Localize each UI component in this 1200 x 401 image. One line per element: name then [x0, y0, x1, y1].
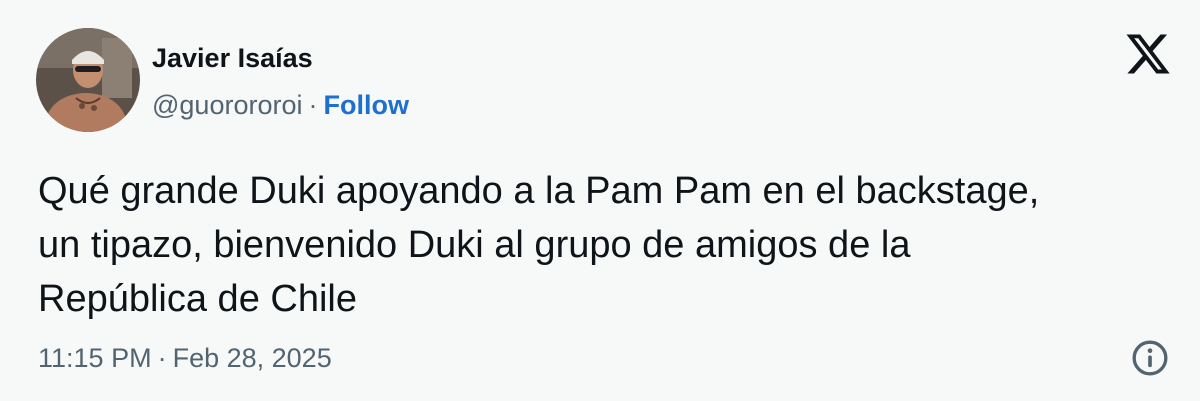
- tweet-card: Javier Isaías @guorororoi · Follow Qué gra…: [0, 0, 1200, 401]
- avatar[interactable]: [36, 28, 140, 132]
- tweet-text-line: Qué grande Duki apoyando a la Pam Pam en…: [38, 170, 1040, 212]
- tweet-time: 11:15 PM: [38, 343, 152, 373]
- tweet-text-line: un tipazo, bienvenido Duki al grupo de a…: [38, 224, 911, 266]
- tweet-text-line: República de Chile: [38, 278, 357, 320]
- tweet-timestamp[interactable]: 11:15 PM · Feb 28, 2025: [38, 340, 332, 376]
- info-icon[interactable]: [1130, 338, 1170, 378]
- tweet-date: Feb 28, 2025: [172, 343, 332, 373]
- author-meta: @guorororoi · Follow: [152, 86, 409, 124]
- separator: ·: [308, 90, 318, 120]
- separator: ·: [157, 343, 167, 373]
- author-name[interactable]: Javier Isaías: [152, 40, 313, 76]
- follow-button[interactable]: Follow: [323, 90, 408, 120]
- avatar-image: [36, 28, 140, 132]
- x-logo-icon[interactable]: [1124, 30, 1172, 78]
- author-handle[interactable]: @guorororoi: [152, 90, 302, 120]
- tweet-text: Qué grande Duki apoyando a la Pam Pam en…: [38, 164, 1178, 326]
